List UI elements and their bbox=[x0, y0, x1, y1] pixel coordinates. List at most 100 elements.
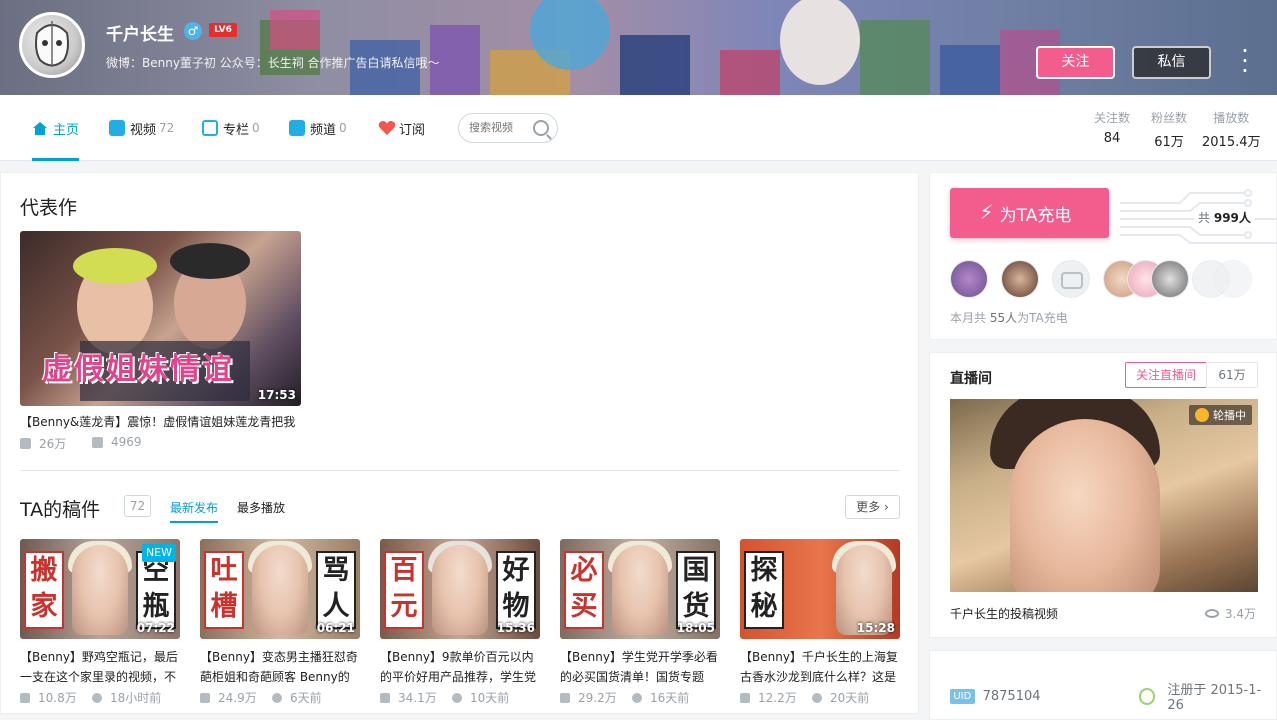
clock-icon bbox=[272, 692, 282, 703]
tab-videos-label: 视频 bbox=[130, 122, 157, 138]
fans-label: 粉丝数 bbox=[1151, 111, 1188, 125]
play-count-icon bbox=[560, 692, 570, 703]
video-title[interactable]: 【Benny】千户长生的上海复古香水沙龙到底什么样？这是 bbox=[740, 647, 900, 687]
clock-icon bbox=[812, 692, 822, 703]
following-stat[interactable]: 关注数 84 bbox=[1094, 109, 1130, 146]
charge-note-count: 55人 bbox=[989, 311, 1018, 325]
uploads-count-badge: 72 bbox=[124, 495, 151, 517]
tab-videos-count: 72 bbox=[159, 121, 175, 135]
video-time: 18小时前 bbox=[110, 691, 162, 705]
tab-channels-label: 频道 bbox=[310, 122, 337, 138]
tab-articles-count: 0 bbox=[252, 121, 260, 135]
profile-banner: 千户长生 ♂ LV6 微博：Benny董子初 公众号：长生祠 合作推广告白请私信… bbox=[0, 0, 1277, 95]
live-room-thumbnail[interactable]: 轮播中 bbox=[950, 399, 1258, 592]
representative-plays-value: 26万 bbox=[39, 437, 67, 451]
fans-value: 61万 bbox=[1154, 135, 1184, 150]
user-avatar[interactable] bbox=[19, 12, 85, 78]
video-duration: 07:22 bbox=[136, 621, 175, 635]
fans-stat[interactable]: 粉丝数 61万 bbox=[1151, 109, 1187, 150]
video-title[interactable]: 【Benny】变态男主播狂怼奇葩柜姐和奇葩顾客 Benny的 bbox=[200, 647, 360, 687]
video-duration: 18:05 bbox=[676, 621, 715, 635]
video-time: 16天前 bbox=[650, 691, 690, 705]
clock-icon bbox=[92, 692, 102, 703]
video-title[interactable]: 【Benny】野鸡空瓶记，最后一支在这个家里录的视频，不 bbox=[20, 647, 180, 687]
thumbnail-left-caption: 吐槽 bbox=[204, 551, 244, 629]
clock-icon bbox=[632, 692, 642, 703]
charge-note-prefix: 本月共 bbox=[950, 311, 987, 325]
video-plays: 34.1万 bbox=[398, 691, 437, 705]
charger-avatar[interactable] bbox=[1052, 260, 1090, 298]
message-button[interactable]: 私信 bbox=[1132, 46, 1211, 79]
article-icon bbox=[202, 120, 218, 136]
tv-icon bbox=[109, 120, 125, 136]
video-search-box[interactable] bbox=[458, 113, 558, 143]
live-room-caption[interactable]: 千户长生的投稿视频 bbox=[950, 605, 1058, 622]
video-thumbnail[interactable]: 必买 国货 18:05 bbox=[560, 539, 720, 639]
thumbnail-right-caption: 空瓶 bbox=[136, 551, 176, 629]
thumbnail-right-caption: 骂人 bbox=[316, 551, 356, 629]
chevron-right-icon: › bbox=[884, 500, 889, 514]
thumbnail-overlay-text: 虚假姐妹情谊 bbox=[42, 352, 234, 387]
following-label: 关注数 bbox=[1094, 111, 1131, 125]
charge-button-label: 为TA充电 bbox=[999, 205, 1072, 226]
tab-subscriptions[interactable]: 订阅 bbox=[378, 95, 425, 161]
charger-avatar[interactable] bbox=[1001, 260, 1039, 298]
video-search-input[interactable] bbox=[469, 121, 533, 134]
tab-home[interactable]: 主页 bbox=[32, 95, 80, 161]
follow-live-button[interactable]: 关注直播间 bbox=[1125, 362, 1207, 388]
video-time: 10天前 bbox=[470, 691, 510, 705]
play-count-icon bbox=[20, 438, 31, 449]
live-room-heading: 直播间 bbox=[950, 371, 992, 387]
video-title[interactable]: 【Benny】9款单价百元以内的平价好用产品推荐，学生党 bbox=[380, 647, 540, 687]
video-card[interactable]: 吐槽 骂人 06:21 【Benny】变态男主播狂怼奇葩柜姐和奇葩顾客 Benn… bbox=[200, 539, 360, 706]
username: 千户长生 bbox=[106, 25, 174, 45]
video-card[interactable]: 探秘 15:28 【Benny】千户长生的上海复古香水沙龙到底什么样？这是 12… bbox=[740, 539, 900, 706]
home-icon bbox=[32, 120, 48, 136]
tab-articles[interactable]: 专栏 0 bbox=[202, 95, 260, 161]
follow-button[interactable]: 关注 bbox=[1036, 46, 1115, 79]
representative-video-title[interactable]: 【Benny&莲龙青】震惊！虚假情谊姐妹莲龙青把我 bbox=[20, 413, 310, 430]
video-thumbnail[interactable]: 搬家 空瓶 NEW 07:22 bbox=[20, 539, 180, 639]
uploads-heading: TA的稿件 bbox=[20, 499, 101, 521]
charger-avatar[interactable] bbox=[1214, 260, 1252, 298]
charger-avatar[interactable] bbox=[950, 260, 988, 298]
tab-most-played[interactable]: 最多播放 bbox=[237, 499, 285, 516]
search-icon[interactable] bbox=[533, 120, 549, 136]
charge-button[interactable]: 为TA充电 bbox=[950, 188, 1109, 238]
video-thumbnail[interactable]: 吐槽 骂人 06:21 bbox=[200, 539, 360, 639]
channel-icon bbox=[289, 120, 305, 136]
video-meta: 10.8万 18小时前 bbox=[20, 689, 180, 706]
tab-channels[interactable]: 频道 0 bbox=[289, 95, 347, 161]
video-card[interactable]: 百元 好物 15:36 【Benny】9款单价百元以内的平价好用产品推荐，学生党… bbox=[380, 539, 540, 706]
charge-total: 共 999人 bbox=[1194, 209, 1255, 226]
tab-latest[interactable]: 最新发布 bbox=[170, 499, 219, 523]
tab-subscriptions-label: 订阅 bbox=[399, 122, 426, 138]
rotation-icon bbox=[1195, 408, 1209, 422]
play-count-icon bbox=[740, 692, 750, 703]
video-meta: 24.9万 6天前 bbox=[200, 689, 360, 706]
charger-avatar[interactable] bbox=[1151, 260, 1189, 298]
representative-danmaku: 4969 bbox=[92, 435, 142, 449]
more-options-icon[interactable]: · · · bbox=[1236, 39, 1254, 83]
video-title[interactable]: 【Benny】学生党开学季必看的必买国货清单！国货专题#4 bbox=[560, 647, 720, 687]
level-badge: LV6 bbox=[209, 23, 237, 37]
live-room-panel: 直播间 关注直播间 61万 轮播中 千户长生的投稿视频 3.4万 bbox=[929, 352, 1277, 638]
video-thumbnail[interactable]: 探秘 15:28 bbox=[740, 539, 900, 639]
tab-channels-count: 0 bbox=[339, 121, 347, 135]
main-content: 代表作 虚假姐妹情谊 17:53 【Benny&莲龙青】震惊！虚假情谊姐妹莲龙青… bbox=[0, 172, 919, 714]
tab-videos[interactable]: 视频 72 bbox=[109, 95, 174, 161]
video-duration: 15:36 bbox=[496, 621, 535, 635]
more-button[interactable]: 更多 › bbox=[845, 495, 900, 519]
user-info-panel: UID 7875104 注册于 2015-1-26 bbox=[929, 650, 1277, 720]
video-thumbnail[interactable]: 百元 好物 15:36 bbox=[380, 539, 540, 639]
representative-plays: 26万 bbox=[20, 435, 66, 452]
video-card[interactable]: 必买 国货 18:05 【Benny】学生党开学季必看的必买国货清单！国货专题#… bbox=[560, 539, 720, 706]
video-plays: 12.2万 bbox=[758, 691, 797, 705]
register-date: 注册于 2015-1-26 bbox=[1167, 683, 1262, 713]
representative-danmaku-value: 4969 bbox=[111, 435, 142, 449]
tab-articles-label: 专栏 bbox=[223, 122, 250, 138]
video-card[interactable]: 搬家 空瓶 NEW 07:22 【Benny】野鸡空瓶记，最后一支在这个家里录的… bbox=[20, 539, 180, 706]
representative-video-thumbnail[interactable]: 虚假姐妹情谊 17:53 bbox=[20, 231, 301, 406]
plays-label: 播放数 bbox=[1213, 111, 1250, 125]
male-icon: ♂ bbox=[184, 22, 202, 40]
